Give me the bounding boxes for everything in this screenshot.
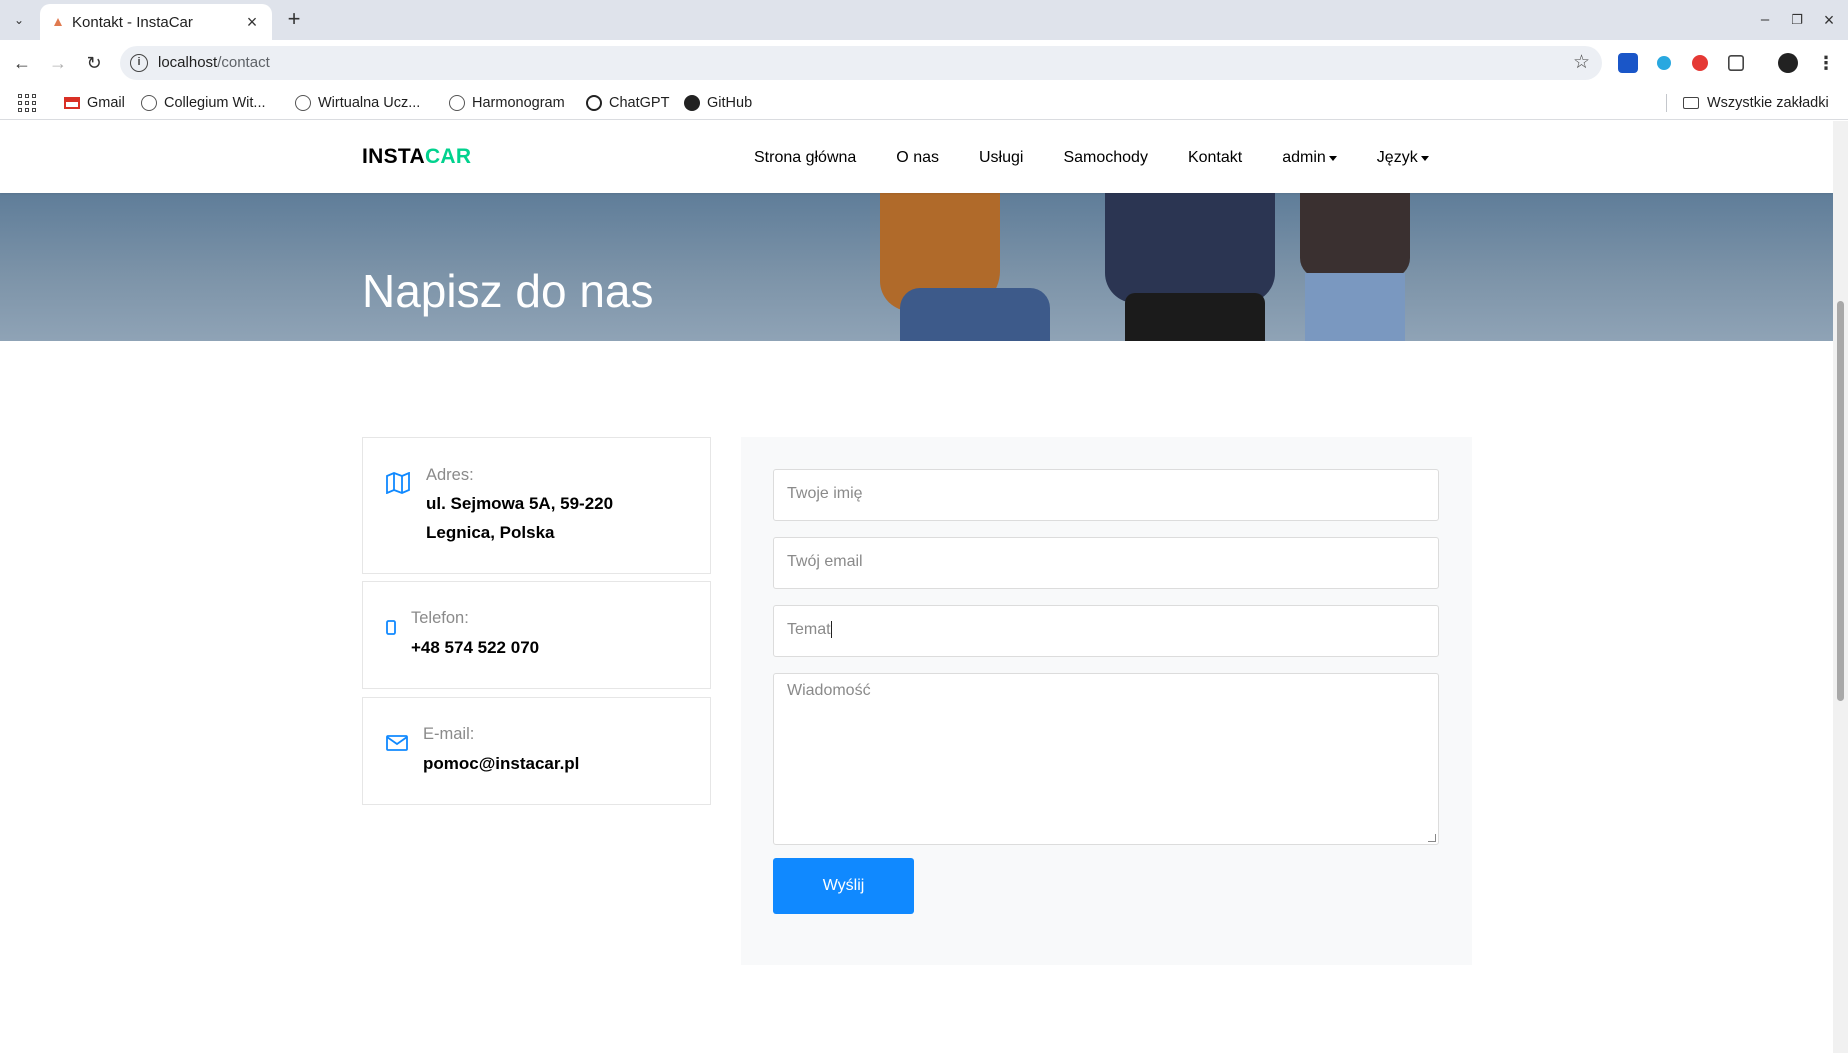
browser-tab-active[interactable]: Kontakt - InstaCar × (40, 4, 272, 40)
reload-icon[interactable]: ↻ (82, 51, 106, 75)
page-scrollbar[interactable] (1833, 121, 1848, 1053)
profile-avatar[interactable] (1778, 53, 1798, 73)
send-button[interactable]: Wyślij (773, 858, 914, 914)
new-tab-button[interactable]: + (282, 8, 306, 32)
nav-cars[interactable]: Samochody (1063, 149, 1148, 167)
mobile-phone-icon (386, 620, 396, 635)
main-menu: Strona główna O nas Usługi Samochody Kon… (754, 149, 1429, 167)
tab-close-icon[interactable]: × (242, 12, 262, 32)
hero-photo-jeans-1 (900, 288, 1050, 341)
folder-icon (1683, 97, 1699, 109)
bookmark-github[interactable]: GitHub (684, 93, 752, 113)
minimize-icon[interactable]: – (1752, 8, 1778, 32)
nav-contact[interactable]: Kontakt (1188, 149, 1242, 167)
email-input[interactable]: Twój email (773, 537, 1439, 589)
scrollbar-thumb[interactable] (1837, 301, 1844, 701)
address-line-2: Legnica, Polska (426, 523, 555, 542)
name-input[interactable]: Twoje imię (773, 469, 1439, 521)
resize-handle-icon[interactable] (1428, 834, 1436, 842)
chatgpt-icon (586, 95, 602, 111)
extension-2-icon[interactable] (1657, 56, 1671, 70)
instacar-favicon-icon (54, 18, 62, 26)
map-icon (386, 472, 410, 494)
nav-admin-dropdown[interactable]: admin (1282, 149, 1337, 167)
bookmark-star-icon[interactable]: ☆ (1573, 51, 1590, 74)
email-label: E-mail: (423, 725, 475, 743)
apps-grid-icon[interactable] (18, 94, 36, 112)
bookmark-wirtualna[interactable]: Wirtualna Ucz... (295, 93, 420, 113)
phone-value[interactable]: +48 574 522 070 (411, 633, 539, 662)
nav-about[interactable]: O nas (896, 149, 939, 167)
site-logo[interactable]: INSTACAR (362, 145, 471, 169)
hero-photo-jeans-3 (1305, 273, 1405, 341)
extension-1-icon[interactable] (1618, 53, 1638, 73)
hero-photo-person-3 (1300, 193, 1410, 278)
email-value[interactable]: pomoc@instacar.pl (423, 749, 579, 778)
restore-icon[interactable]: ❐ (1784, 8, 1810, 32)
globe-icon (449, 95, 465, 111)
bookmark-collegium[interactable]: Collegium Wit... (141, 93, 266, 113)
envelope-icon (386, 735, 408, 751)
subject-input[interactable]: Temat (773, 605, 1439, 657)
address-line-1: ul. Sejmowa 5A, 59-220 (426, 494, 614, 513)
nav-language-dropdown[interactable]: Język (1377, 149, 1429, 167)
back-arrow-icon[interactable]: ← (10, 51, 34, 75)
bookmark-harmonogram[interactable]: Harmonogram (449, 93, 565, 113)
hero-banner: Napisz do nas (0, 193, 1833, 341)
nav-home[interactable]: Strona główna (754, 149, 856, 167)
extension-3-icon[interactable] (1692, 55, 1708, 71)
address-label: Adres: (426, 466, 474, 484)
phone-label: Telefon: (411, 609, 469, 627)
address-card: Adres: ul. Sejmowa 5A, 59-220 Legnica, P… (362, 437, 711, 574)
forward-arrow-icon[interactable]: → (46, 51, 70, 75)
message-textarea[interactable]: Wiadomość (773, 673, 1439, 845)
browser-menu-icon[interactable]: ⋮ (1814, 51, 1838, 75)
bookmark-chatgpt[interactable]: ChatGPT (586, 93, 669, 113)
site-info-icon[interactable]: i (130, 54, 148, 72)
caret-down-icon (1420, 155, 1429, 161)
text-cursor (830, 621, 832, 639)
browser-toolbar: ← → ↻ i localhost/contact ☆ ⋮ (0, 40, 1848, 86)
nav-services[interactable]: Usługi (979, 149, 1023, 167)
address-bar[interactable]: i localhost/contact ☆ (120, 46, 1602, 80)
bookmarks-separator (1666, 94, 1667, 112)
bookmark-gmail[interactable]: Gmail (64, 93, 125, 113)
page-title: Napisz do nas (362, 264, 654, 317)
gmail-icon (64, 97, 80, 109)
hero-photo-shorts (1125, 293, 1265, 341)
caret-down-icon (1328, 155, 1337, 161)
bookmarks-bar: Gmail Collegium Wit... Wirtualna Ucz... … (0, 86, 1848, 120)
phone-card: Telefon: +48 574 522 070 (362, 581, 711, 689)
tab-search-chevron-icon[interactable]: ⌄ (8, 9, 30, 31)
browser-tab-strip: ⌄ Kontakt - InstaCar × + – ❐ × (0, 0, 1848, 40)
globe-icon (295, 95, 311, 111)
url-text: localhost/contact (158, 54, 270, 71)
hero-photo-person-2 (1105, 193, 1275, 303)
wordpress-icon (141, 95, 157, 111)
close-window-icon[interactable]: × (1816, 8, 1842, 32)
page-viewport: INSTACAR Strona główna O nas Usługi Samo… (0, 121, 1833, 1053)
all-bookmarks[interactable]: Wszystkie zakładki (1683, 93, 1829, 113)
extensions-puzzle-icon[interactable] (1728, 55, 1744, 71)
tab-title: Kontakt - InstaCar (72, 14, 193, 31)
email-card: E-mail: pomoc@instacar.pl (362, 697, 711, 805)
contact-form: Twoje imię Twój email Temat Wiadomość Wy… (741, 437, 1472, 965)
site-navbar: INSTACAR Strona główna O nas Usługi Samo… (0, 121, 1833, 193)
github-icon (684, 95, 700, 111)
